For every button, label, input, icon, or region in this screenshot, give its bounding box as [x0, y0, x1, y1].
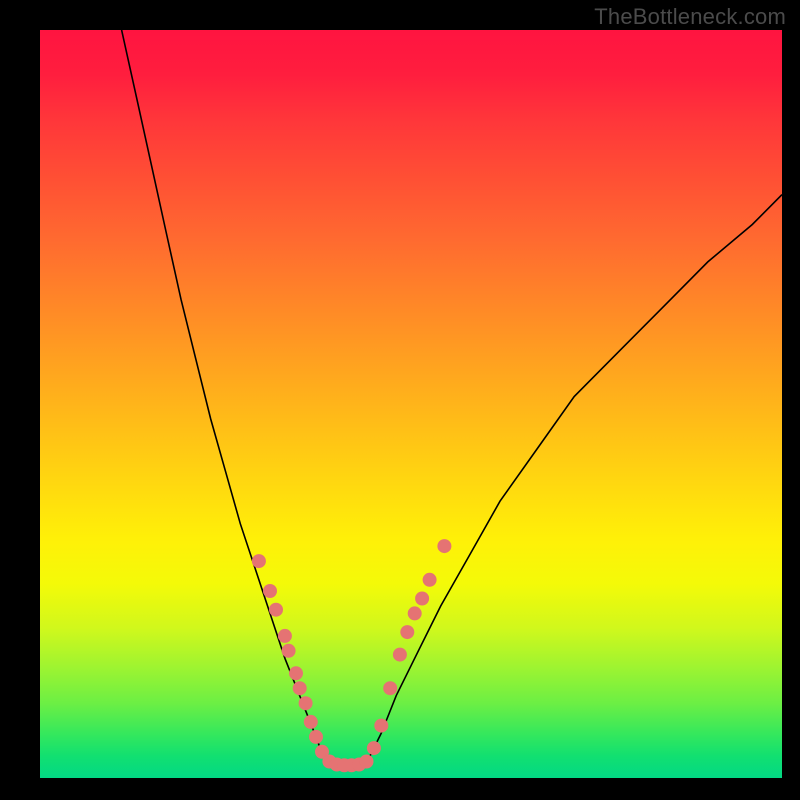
marker-dot — [393, 648, 407, 662]
marker-dot — [400, 625, 414, 639]
marker-dot — [383, 681, 397, 695]
marker-dot — [282, 644, 296, 658]
marker-dot — [374, 719, 388, 733]
marker-dot — [289, 666, 303, 680]
chart-svg — [40, 30, 782, 778]
marker-dot — [299, 696, 313, 710]
marker-dot — [408, 606, 422, 620]
marker-dot — [423, 573, 437, 587]
marker-dot — [437, 539, 451, 553]
marker-dot — [309, 730, 323, 744]
chart-frame: TheBottleneck.com — [0, 0, 800, 800]
marker-dot — [269, 603, 283, 617]
plot-area — [40, 30, 782, 778]
watermark-text: TheBottleneck.com — [594, 4, 786, 30]
chart-series-group — [122, 30, 782, 772]
marker-dot — [263, 584, 277, 598]
marker-dot — [360, 755, 374, 769]
marker-dot — [293, 681, 307, 695]
marker-dot — [367, 741, 381, 755]
marker-dot — [415, 592, 429, 606]
series-right-curve — [367, 195, 783, 763]
marker-dot — [252, 554, 266, 568]
marker-dot — [304, 715, 318, 729]
marker-dot — [278, 629, 292, 643]
